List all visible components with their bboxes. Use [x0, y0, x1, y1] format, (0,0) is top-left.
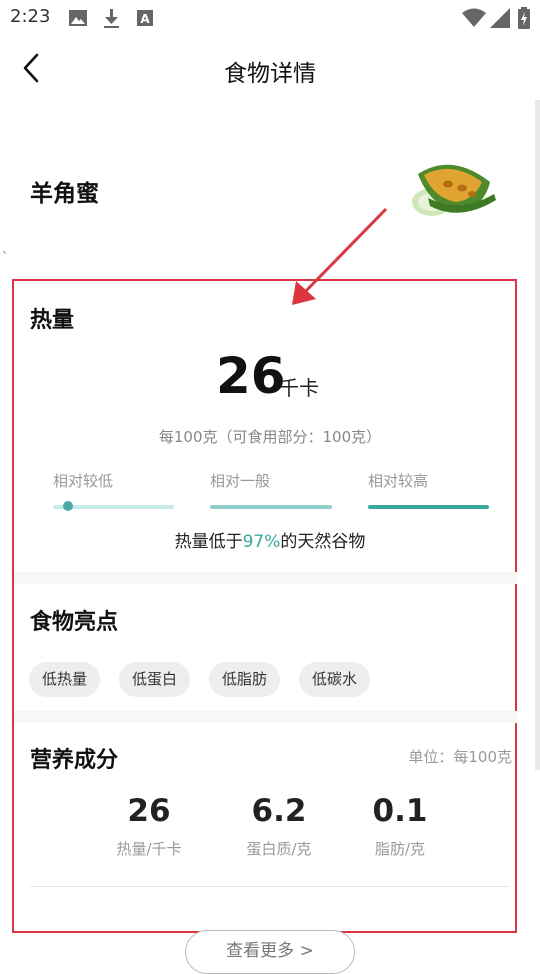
- nutrition-value-calories: 26: [127, 793, 171, 829]
- highlight-tag[interactable]: 低热量: [29, 662, 101, 697]
- unit-note: 单位：每100克: [408, 748, 512, 766]
- image-icon: [69, 10, 87, 26]
- nutrition-value-protein: 6.2: [251, 793, 307, 829]
- font-icon: A: [137, 10, 153, 26]
- calorie-unit: 千卡: [279, 376, 319, 400]
- level-label-low: 相对较低: [53, 472, 114, 490]
- level-label-high: 相对较高: [368, 472, 429, 490]
- section-divider: [14, 572, 517, 584]
- comparison-suffix: 的天然谷物: [280, 532, 366, 552]
- food-name: 羊角蜜: [30, 181, 99, 207]
- level-bar-high: [368, 505, 489, 509]
- nutrition-label-calories: 热量/千卡: [116, 840, 182, 858]
- download-icon: [104, 9, 119, 28]
- nutrition-label-fat: 脂肪/克: [374, 840, 426, 858]
- stray-mark: `: [2, 250, 8, 264]
- level-bar-medium: [210, 505, 332, 509]
- status-bar: 2:23 A: [0, 0, 540, 36]
- section-divider: [14, 711, 517, 723]
- nutrition-value-fat: 0.1: [372, 793, 428, 829]
- level-indicator-dot: [63, 501, 73, 511]
- highlight-tag[interactable]: 低脂肪: [209, 662, 281, 697]
- serving-note: 每100克（可食用部分：100克）: [158, 428, 382, 446]
- comparison-percent: 97%: [242, 532, 281, 552]
- calories-section-title: 热量: [30, 308, 75, 333]
- comparison-prefix: 热量低于: [174, 532, 243, 552]
- battery-icon: [518, 7, 530, 29]
- calorie-value: 26: [216, 347, 286, 405]
- nutrition-label-protein: 蛋白质/克: [246, 840, 312, 858]
- highlights-section-title: 食物亮点: [30, 610, 119, 635]
- nav-bar: 食物详情: [0, 40, 540, 96]
- nutrition-section-title: 营养成分: [30, 748, 119, 773]
- page-title: 食物详情: [224, 61, 316, 87]
- wifi-icon: [462, 8, 486, 27]
- highlight-tag[interactable]: 低蛋白: [119, 662, 191, 697]
- highlight-tag[interactable]: 低碳水: [299, 662, 371, 697]
- divider-line: [30, 886, 510, 887]
- calorie-comparison: 热量低于97%的天然谷物: [0, 527, 540, 552]
- melon-icon: [412, 164, 496, 216]
- view-more-button[interactable]: 查看更多 >: [185, 930, 355, 974]
- status-time: 2:23: [10, 6, 51, 27]
- svg-text:A: A: [140, 12, 150, 26]
- level-label-medium: 相对一般: [210, 472, 271, 490]
- signal-icon: [490, 8, 510, 28]
